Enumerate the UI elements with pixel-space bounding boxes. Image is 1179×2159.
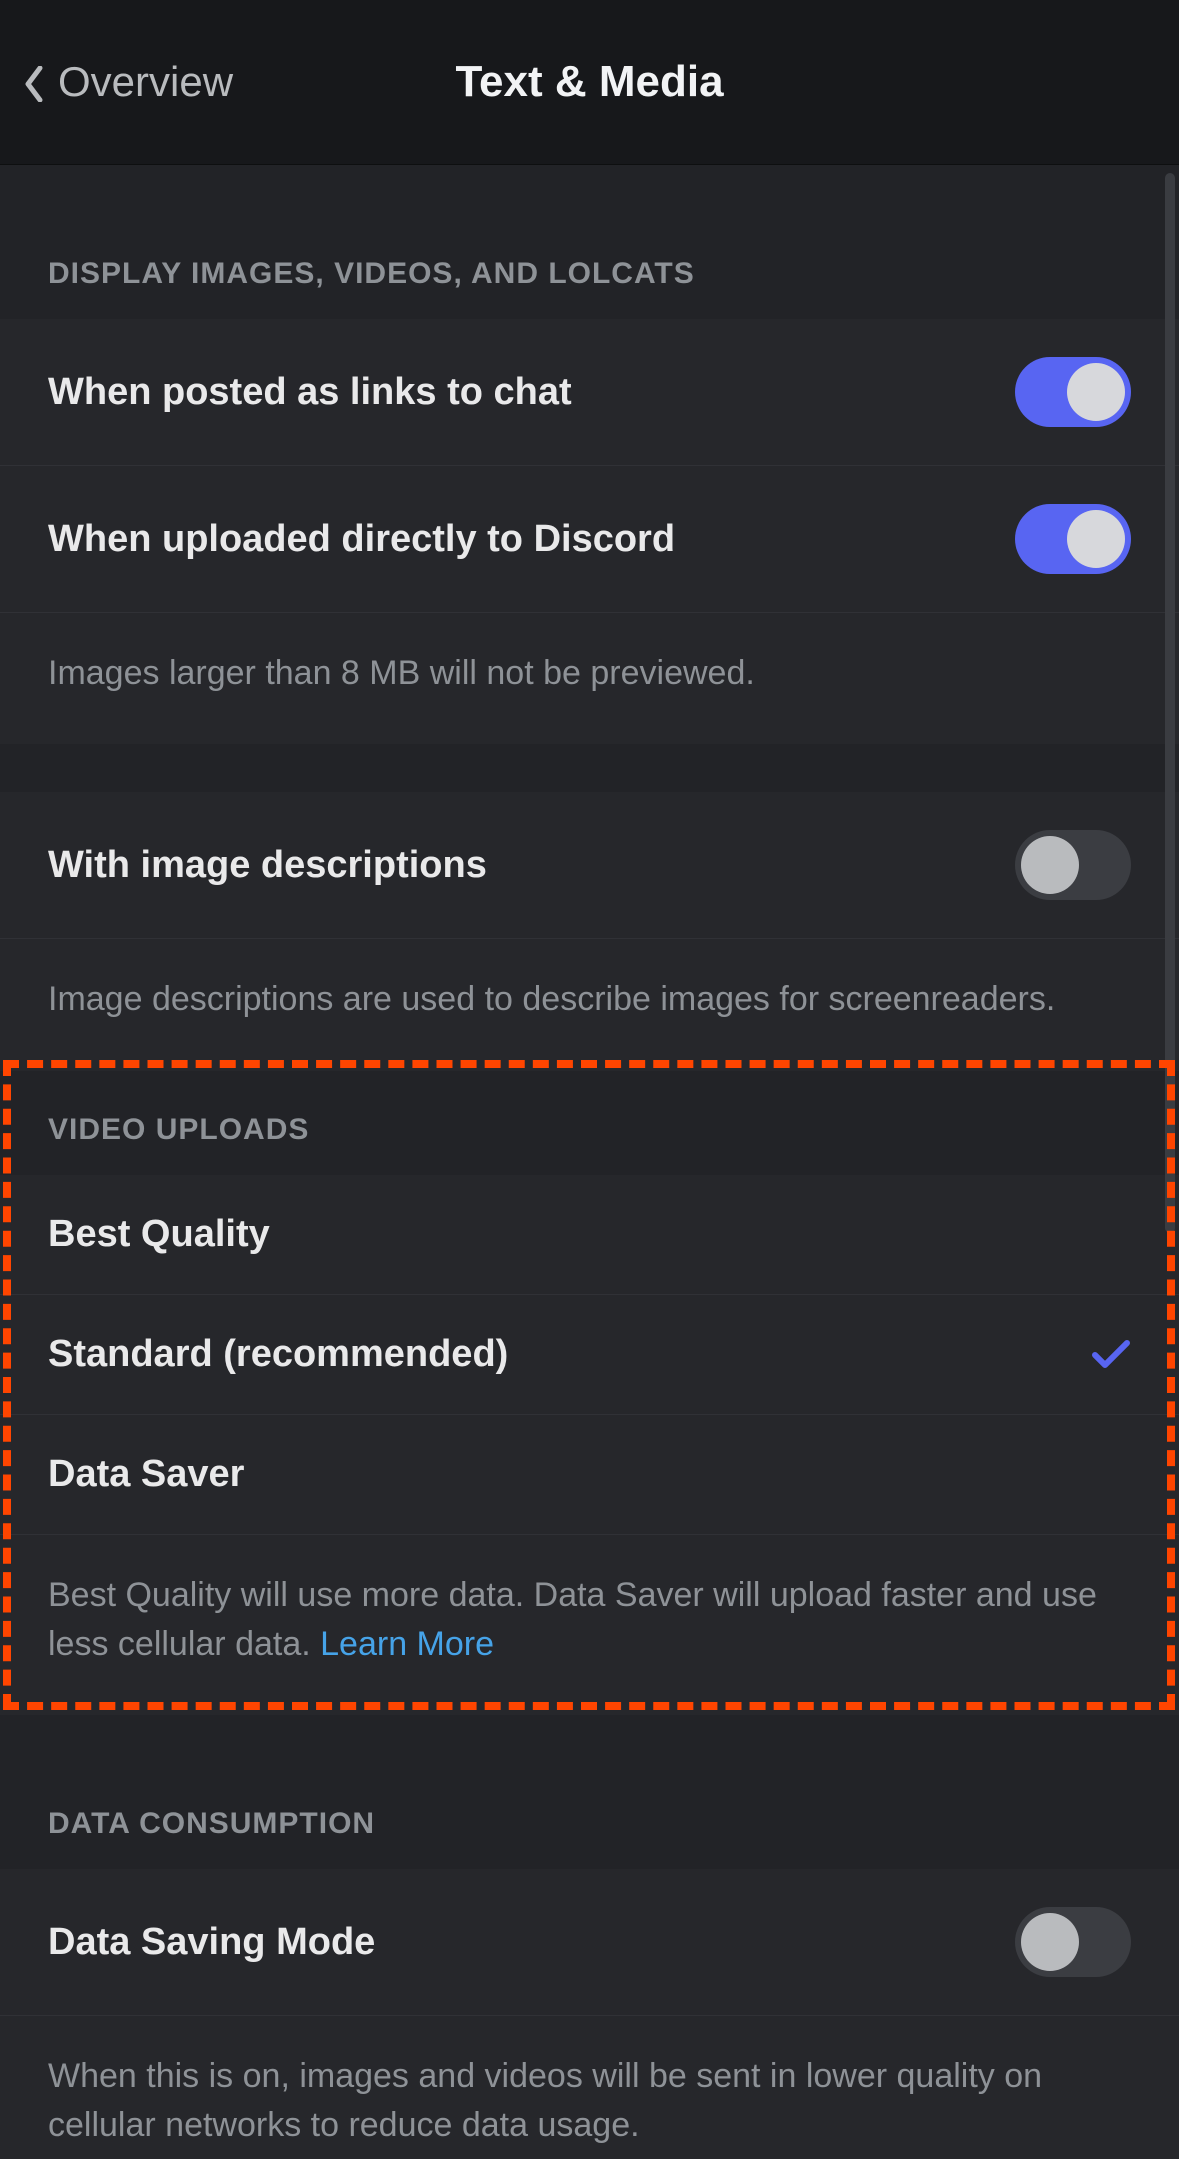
learn-more-link[interactable]: Learn More xyxy=(320,1625,494,1663)
row-label: When uploaded directly to Discord xyxy=(48,518,675,561)
footer-desc-note: Image descriptions are used to describe … xyxy=(0,938,1179,1070)
row-label: With image descriptions xyxy=(48,844,487,887)
back-button[interactable]: Overview xyxy=(24,58,233,106)
row-data-saving[interactable]: Data Saving Mode xyxy=(0,1869,1179,2015)
section-gap xyxy=(0,744,1179,792)
check-icon xyxy=(1089,1333,1131,1375)
footer-video-note: Best Quality will use more data. Data Sa… xyxy=(0,1534,1179,1716)
row-label: When posted as links to chat xyxy=(48,371,572,414)
header-bar: Overview Text & Media xyxy=(0,0,1179,165)
footer-size-note: Images larger than 8 MB will not be prev… xyxy=(0,612,1179,744)
settings-scroll[interactable]: DISPLAY IMAGES, VIDEOS, AND LOLCATS When… xyxy=(0,165,1179,2159)
row-uploaded-directly[interactable]: When uploaded directly to Discord xyxy=(0,465,1179,612)
footer-data-note: When this is on, images and videos will … xyxy=(0,2015,1179,2159)
chevron-left-icon xyxy=(24,64,44,100)
back-label: Overview xyxy=(58,58,233,106)
row-label: Data Saving Mode xyxy=(48,1921,375,1964)
row-video-datasaver[interactable]: Data Saver xyxy=(0,1414,1179,1534)
toggle-links[interactable] xyxy=(1015,357,1131,427)
row-label: Best Quality xyxy=(48,1213,270,1256)
toggle-data-saving[interactable] xyxy=(1015,1907,1131,1977)
row-links-to-chat[interactable]: When posted as links to chat xyxy=(0,319,1179,465)
video-note-text: Best Quality will use more data. Data Sa… xyxy=(48,1576,1097,1663)
row-image-descriptions[interactable]: With image descriptions xyxy=(0,792,1179,938)
row-label: Data Saver xyxy=(48,1453,244,1496)
section-header-display: DISPLAY IMAGES, VIDEOS, AND LOLCATS xyxy=(0,165,1179,319)
section-header-data: DATA CONSUMPTION xyxy=(0,1715,1179,1869)
row-label: Standard (recommended) xyxy=(48,1333,508,1376)
toggle-upload[interactable] xyxy=(1015,504,1131,574)
scrollbar[interactable] xyxy=(1165,173,1175,1233)
toggle-image-desc[interactable] xyxy=(1015,830,1131,900)
row-video-standard[interactable]: Standard (recommended) xyxy=(0,1294,1179,1414)
section-header-video: VIDEO UPLOADS xyxy=(0,1071,1179,1175)
row-video-best[interactable]: Best Quality xyxy=(0,1175,1179,1294)
